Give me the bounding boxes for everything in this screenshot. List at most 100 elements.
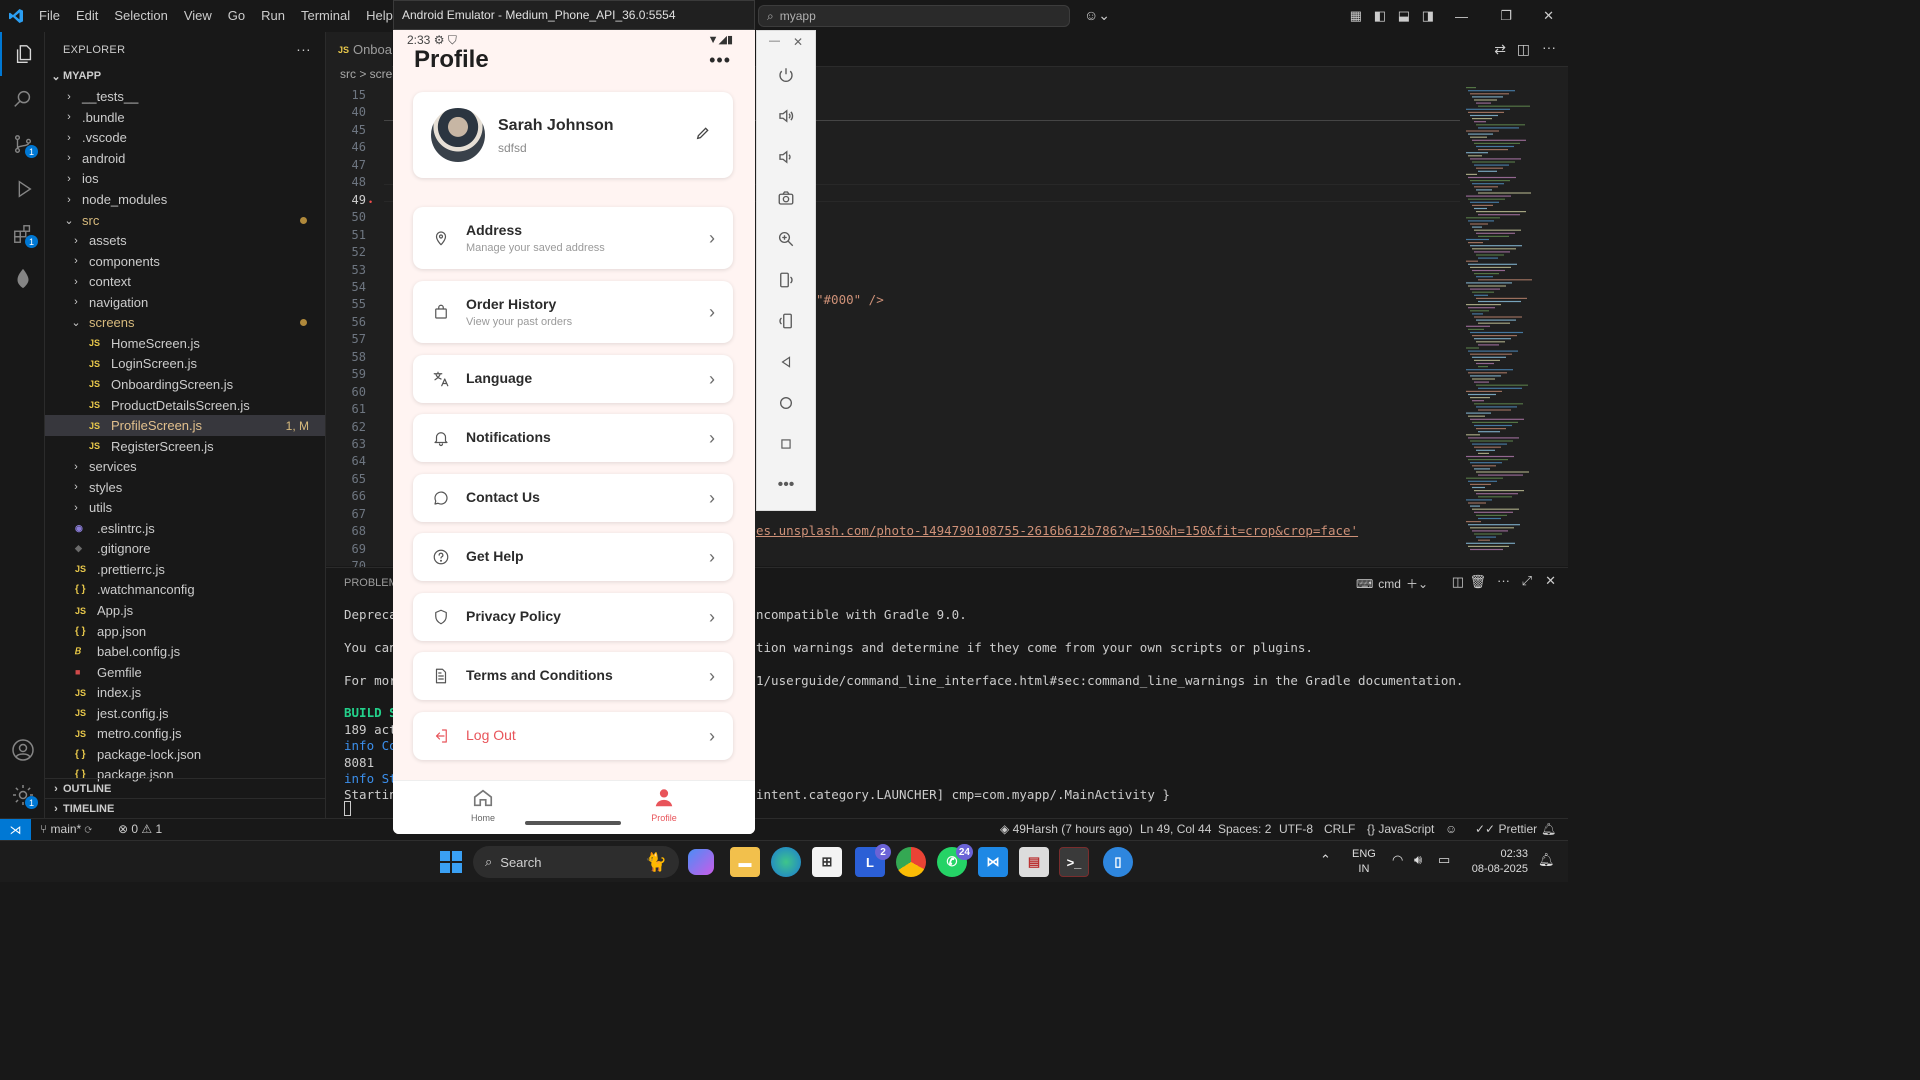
close-icon[interactable]: ✕ [1543,8,1554,24]
toggle-sidebar-icon[interactable]: ◧ [1374,8,1386,24]
editor-more-icon[interactable]: ··· [1542,39,1556,55]
chevron-up-icon[interactable]: ⌃ [1320,852,1331,868]
toggle-secondary-sidebar-icon[interactable]: ◨ [1422,8,1434,24]
maximize-panel-icon[interactable]: ⤢ [1522,573,1532,589]
document-app-icon[interactable]: ▤ [1019,847,1049,877]
emulator-window-title[interactable]: Android Emulator - Medium_Phone_API_36.0… [393,0,755,30]
command-center[interactable]: ⌕ myapp [758,5,1070,27]
remote-indicator-icon[interactable]: ⋊ [0,819,31,840]
emulator-minimize-icon[interactable]: — [769,35,780,47]
folder-row[interactable]: › .vscode [45,128,325,149]
folder-row[interactable]: › styles [45,477,325,498]
more-actions-icon[interactable]: ··· [296,41,311,57]
battery-icon[interactable]: ▭ [1438,852,1450,868]
windows-start-icon[interactable] [436,847,466,877]
source-control-icon[interactable]: 1 [0,122,45,166]
editor-tab[interactable]: JS Onboa [326,32,392,67]
notification-center-icon[interactable]: 🔔︎ [1538,852,1555,868]
folder-row[interactable]: › navigation [45,292,325,313]
file-row[interactable]: JS jest.config.js [45,703,325,724]
menu-item-order-history[interactable]: Order History View your past orders › [413,281,733,343]
file-row[interactable]: JS App.js [45,600,325,621]
folder-row[interactable]: › components [45,251,325,272]
copilot-icon[interactable]: ☺⌄ [1084,7,1110,24]
file-row[interactable]: JS .prettierrc.js [45,559,325,580]
menu-item-terms-and-conditions[interactable]: Terms and Conditions › [413,652,733,700]
prettier-status[interactable]: ✓✓ Prettier [1475,822,1537,836]
microsoft-store-icon[interactable]: ⊞ [812,847,842,877]
menu-run[interactable]: Run [253,0,293,32]
whatsapp-icon[interactable]: ✆ 24 [937,844,973,877]
l-app-icon[interactable]: L2 [855,844,891,877]
overview-square-icon[interactable] [757,429,815,459]
rotate-right-icon[interactable] [757,306,815,336]
search-icon[interactable] [0,77,45,121]
gesture-bar[interactable] [525,821,621,825]
panel-more-icon[interactable]: ··· [1497,573,1510,588]
cursor-position[interactable]: Ln 49, Col 44 [1140,822,1211,836]
menu-item-language[interactable]: Language › [413,355,733,403]
run-debug-icon[interactable] [0,167,45,211]
terminal-app-icon[interactable]: >_ [1059,847,1089,877]
menu-item-address[interactable]: Address Manage your saved address › [413,207,733,269]
folder-row[interactable]: › android [45,148,325,169]
language-indicator[interactable]: ENG IN [1352,847,1376,877]
extensions-icon[interactable]: 1 [0,212,45,256]
problems-status[interactable]: ⊗ 0 ⚠ 1 [118,822,162,836]
home-circle-icon[interactable] [757,388,815,418]
toggle-panel-icon[interactable]: ⬓ [1398,8,1410,24]
back-icon[interactable] [757,347,815,377]
file-row[interactable]: { } app.json [45,621,325,642]
folder-row[interactable]: ⌄ screens [45,313,325,334]
compare-changes-icon[interactable]: ⇄ [1494,41,1506,58]
nav-home[interactable]: Home [469,787,497,823]
folder-row[interactable]: › node_modules [45,189,325,210]
trash-icon[interactable]: 🗑 [1469,574,1486,590]
clock[interactable]: 02:33 08-08-2025 [1468,847,1528,877]
profile-card[interactable]: Sarah Johnson sdfsd [413,92,733,178]
volume-up-icon[interactable] [757,101,815,131]
file-row[interactable]: JS RegisterScreen.js [45,436,325,457]
wifi-icon[interactable]: ◠ [1392,852,1403,868]
menu-edit[interactable]: Edit [68,0,106,32]
breadcrumb-path[interactable]: src > scre [340,67,392,81]
extended-controls-icon[interactable]: ••• [757,470,815,500]
menu-item-get-help[interactable]: Get Help › [413,533,733,581]
phone-screen[interactable]: 2:33 ⚙ ⛉ ▼◢▮ Profile ••• Sarah Johnson s… [393,30,755,834]
edit-pencil-icon[interactable] [695,125,711,146]
file-row[interactable]: JS LoginScreen.js [45,354,325,375]
copilot-status-icon[interactable]: ☺ [1445,822,1457,836]
account-icon[interactable] [0,728,45,772]
menu-go[interactable]: Go [220,0,253,32]
file-row[interactable]: 𝐵babel.config.js [45,641,325,662]
file-row[interactable]: JS index.js [45,682,325,703]
file-row[interactable]: ◆ .gitignore [45,539,325,560]
close-panel-icon[interactable]: ✕ [1545,573,1556,589]
chrome-icon[interactable] [896,847,926,877]
folder-row[interactable]: › __tests__ [45,87,325,108]
file-row[interactable]: JS HomeScreen.js [45,333,325,354]
vscode-taskbar-icon[interactable]: ⋈ [978,847,1008,877]
file-row[interactable]: { } .watchmanconfig [45,580,325,601]
eol-status[interactable]: CRLF [1324,822,1355,836]
new-terminal-icon[interactable]: ＋⌄ [1406,575,1428,592]
menu-file[interactable]: File [31,0,68,32]
mongodb-leaf-icon[interactable] [0,257,45,301]
power-icon[interactable] [757,60,815,90]
android-emulator-app-icon[interactable]: ▯ [1103,847,1133,877]
outline-section[interactable]: › OUTLINE [45,778,325,799]
restore-icon[interactable]: ❐ [1500,8,1512,24]
split-editor-icon[interactable]: ◫ [1517,41,1530,58]
settings-gear-icon[interactable]: 1 [0,773,45,817]
file-row[interactable]: JS ProfileScreen.js 1, M [45,415,325,436]
terminal-selector[interactable]: ⌨ cmd ＋⌄ [1356,575,1428,592]
notifications-bell-icon[interactable]: 🔔︎ [1541,822,1556,836]
taskbar-search[interactable]: ⌕ Search 🐈 [473,846,679,878]
workspace-root[interactable]: ⌄ MYAPP [45,66,325,87]
volume-down-icon[interactable] [757,142,815,172]
edge-browser-icon[interactable] [771,847,801,877]
language-status[interactable]: {} JavaScript [1367,822,1434,836]
layout-customize-icon[interactable]: ▦ [1350,8,1362,24]
folder-row[interactable]: › ios [45,169,325,190]
branch-status[interactable]: ⑂ main* ⟳ [40,822,92,836]
